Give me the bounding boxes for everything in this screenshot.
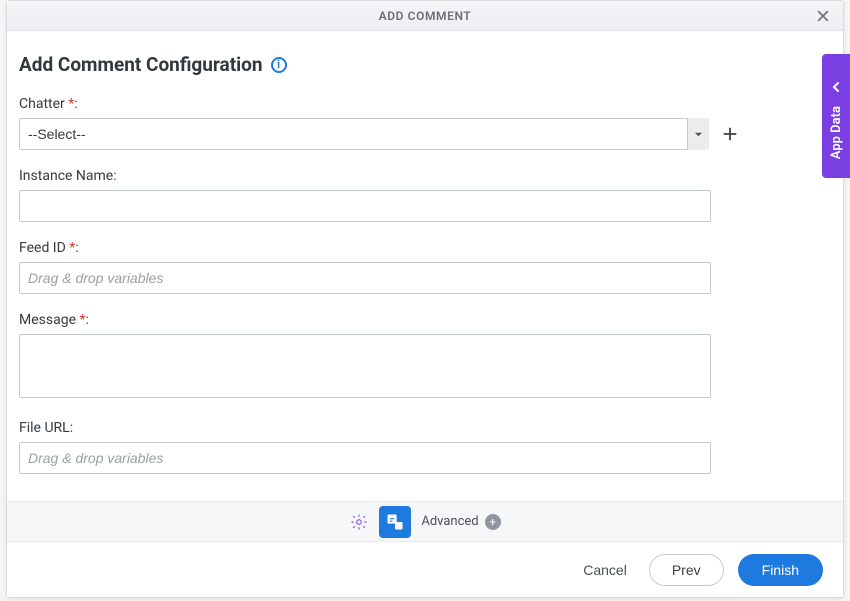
titlebar: ADD COMMENT xyxy=(7,1,843,31)
bottom-toolbar: Advanced + xyxy=(7,501,843,541)
close-icon[interactable] xyxy=(813,6,833,26)
file-url-label: File URL: xyxy=(19,420,823,436)
chatter-label: Chatter *: xyxy=(19,96,823,112)
instance-name-label: Instance Name: xyxy=(19,168,823,184)
gear-icon[interactable] xyxy=(349,512,369,532)
chevron-down-icon[interactable] xyxy=(687,118,709,150)
field-file-url: File URL: xyxy=(19,420,823,474)
chatter-select[interactable] xyxy=(19,118,709,150)
finish-button[interactable]: Finish xyxy=(738,554,823,586)
info-icon[interactable]: i xyxy=(271,57,287,73)
prev-button[interactable]: Prev xyxy=(649,554,724,586)
page-heading: Add Comment Configuration i xyxy=(19,53,823,76)
app-data-panel-toggle[interactable]: App Data xyxy=(822,54,850,178)
field-chatter: Chatter *: xyxy=(19,96,823,150)
page-title: Add Comment Configuration xyxy=(19,53,263,76)
add-chatter-button[interactable] xyxy=(719,123,741,145)
advanced-toggle[interactable]: Advanced + xyxy=(421,514,500,530)
message-label: Message *: xyxy=(19,312,823,328)
file-url-input[interactable] xyxy=(19,442,711,474)
add-comment-modal: ADD COMMENT Add Comment Configuration i … xyxy=(6,0,844,598)
app-data-label: App Data xyxy=(829,106,844,159)
modal-body: Add Comment Configuration i Chatter *: xyxy=(7,31,843,501)
advanced-label: Advanced xyxy=(421,514,478,529)
footer: Cancel Prev Finish xyxy=(7,541,843,597)
instance-name-input[interactable] xyxy=(19,190,711,222)
cancel-button[interactable]: Cancel xyxy=(575,556,635,584)
message-input[interactable] xyxy=(19,334,711,398)
field-message: Message *: xyxy=(19,312,823,402)
modal-title: ADD COMMENT xyxy=(379,9,472,23)
chevron-left-icon xyxy=(831,80,841,96)
feed-id-input[interactable] xyxy=(19,262,711,294)
feed-id-label: Feed ID *: xyxy=(19,240,823,256)
workflow-icon[interactable] xyxy=(379,506,411,538)
field-instance-name: Instance Name: xyxy=(19,168,823,222)
plus-icon: + xyxy=(485,514,501,530)
field-feed-id: Feed ID *: xyxy=(19,240,823,294)
